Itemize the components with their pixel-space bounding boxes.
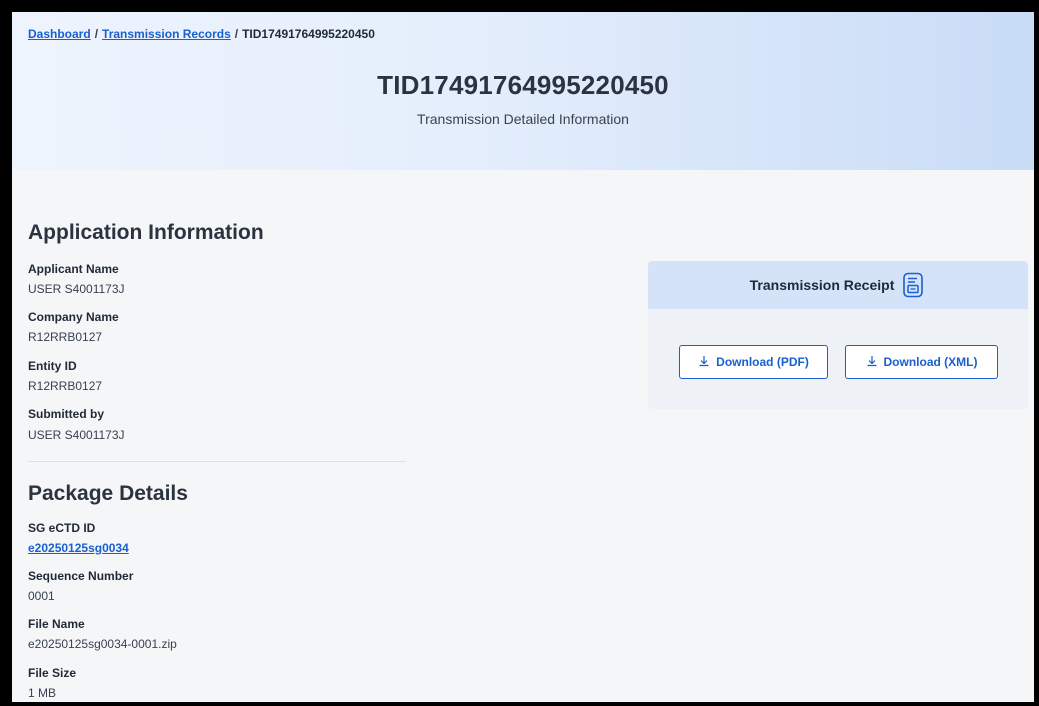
entity-id-label: Entity ID [28,359,77,373]
page-title: TID17491764995220450 [377,70,669,100]
download-xml-label: Download (XML) [883,355,978,369]
receipt-document-icon [902,272,926,298]
company-name-value: R12RRB0127 [28,330,103,344]
download-icon [866,355,878,370]
entity-id-value: R12RRB0127 [28,379,103,393]
file-size-label: File Size [28,666,77,680]
package-details-heading: Package Details [28,482,188,505]
sequence-number-label: Sequence Number [28,569,134,583]
transmission-receipt-title: Transmission Receipt [749,277,895,293]
sg-ectd-id-link[interactable]: e20250125sg0034 [28,541,129,555]
section-divider [28,461,406,462]
sg-ectd-id-label: SG eCTD ID [28,521,96,535]
page-subtitle: Transmission Detailed Information [417,111,629,127]
page-header: Dashboard / Transmission Records / TID174917… [12,12,1034,170]
sequence-number-value: 0001 [28,589,55,603]
applicant-name-value: USER S4001173J [28,282,125,296]
submitted-by-value: USER S4001173J [28,428,125,442]
breadcrumb-separator: / [234,27,239,41]
file-name-value: e20250125sg0034-0001.zip [28,637,177,651]
download-pdf-button[interactable]: Download (PDF) [679,345,828,379]
application-information-heading: Application Information [28,221,264,244]
transmission-receipt-panel: Transmission Receipt Download (PDF) Down… [648,261,1028,409]
file-name-label: File Name [28,617,85,631]
download-xml-button[interactable]: Download (XML) [845,345,998,379]
submitted-by-label: Submitted by [28,407,105,421]
download-pdf-label: Download (PDF) [716,355,809,369]
breadcrumb-transmission-records-link[interactable]: Transmission Records [102,27,231,41]
transmission-receipt-header: Transmission Receipt [648,261,1028,309]
breadcrumb-dashboard-link[interactable]: Dashboard [28,27,91,41]
breadcrumb-current: TID17491764995220450 [242,27,375,41]
company-name-label: Company Name [28,310,119,324]
breadcrumb-separator: / [94,27,99,41]
page-frame: Dashboard / Transmission Records / TID174917… [12,12,1034,702]
file-size-value: 1 MB [28,686,57,700]
download-icon [698,355,710,370]
breadcrumb: Dashboard / Transmission Records / TID174917… [28,27,375,41]
applicant-name-label: Applicant Name [28,262,119,276]
